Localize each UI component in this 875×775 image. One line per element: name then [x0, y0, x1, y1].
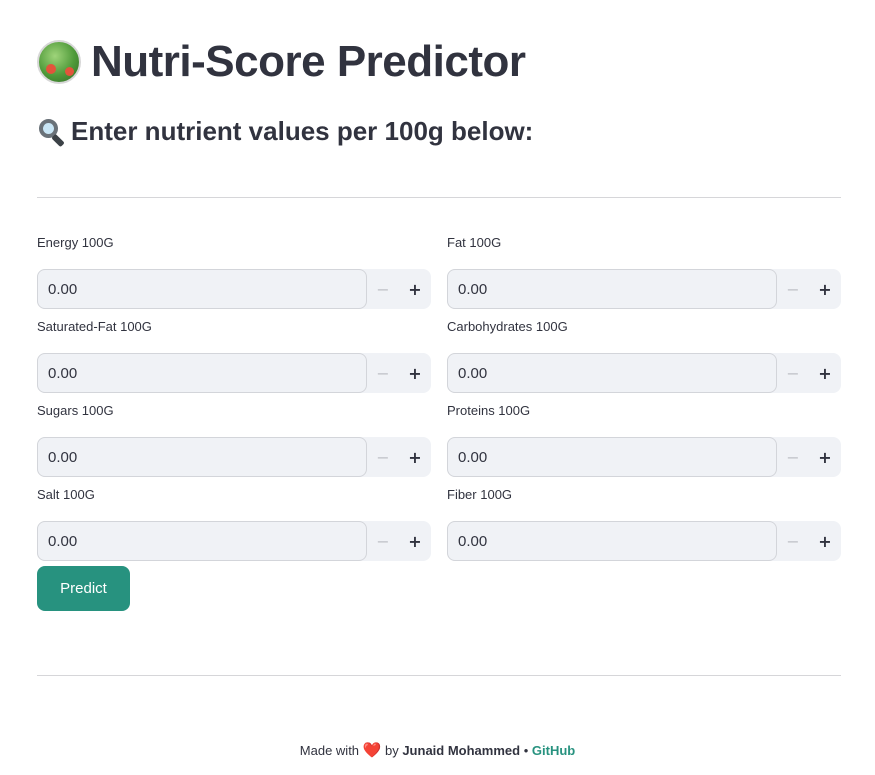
field-fiber: Fiber 100G − +	[447, 485, 841, 561]
field-energy: Energy 100G − +	[37, 233, 431, 309]
salt-number-input: − +	[37, 521, 431, 561]
decrement-button[interactable]: −	[367, 353, 399, 393]
subtitle-row: Enter nutrient values per 100g below:	[37, 116, 533, 147]
increment-button[interactable]: +	[809, 269, 841, 309]
field-label: Sugars 100G	[37, 403, 114, 418]
decrement-button[interactable]: −	[777, 353, 809, 393]
carbohydrates-input[interactable]	[447, 353, 777, 393]
fat-input[interactable]	[447, 269, 777, 309]
page-subtitle: Enter nutrient values per 100g below:	[71, 116, 534, 146]
field-label: Fat 100G	[447, 235, 502, 250]
increment-button[interactable]: +	[399, 353, 431, 393]
saturated-fat-number-input: − +	[37, 353, 431, 393]
energy-number-input: − +	[37, 269, 431, 309]
carbohydrates-number-input: − +	[447, 353, 841, 393]
footer-separator: •	[523, 743, 529, 758]
magnifying-glass-icon	[37, 117, 67, 147]
field-label: Salt 100G	[37, 487, 95, 502]
decrement-button[interactable]: −	[367, 437, 399, 477]
increment-button[interactable]: +	[809, 521, 841, 561]
increment-button[interactable]: +	[809, 353, 841, 393]
footer: Made with ❤️ by Junaid Mohammed • GitHub	[0, 741, 875, 759]
proteins-number-input: − +	[447, 437, 841, 477]
field-label: Energy 100G	[37, 235, 114, 250]
footer-made-with: Made with	[299, 743, 360, 758]
increment-button[interactable]: +	[399, 521, 431, 561]
field-saturated-fat: Saturated-Fat 100G − +	[37, 317, 431, 393]
increment-button[interactable]: +	[399, 437, 431, 477]
increment-button[interactable]: +	[809, 437, 841, 477]
field-label: Saturated-Fat 100G	[37, 319, 152, 334]
top-divider	[37, 197, 841, 198]
saturated-fat-input[interactable]	[37, 353, 367, 393]
energy-input[interactable]	[37, 269, 367, 309]
proteins-input[interactable]	[447, 437, 777, 477]
increment-button[interactable]: +	[399, 269, 431, 309]
fat-number-input: − +	[447, 269, 841, 309]
page-title: Nutri-Score Predictor	[91, 37, 526, 86]
green-salad-icon	[37, 40, 81, 84]
salt-input[interactable]	[37, 521, 367, 561]
sugars-input[interactable]	[37, 437, 367, 477]
decrement-button[interactable]: −	[367, 269, 399, 309]
decrement-button[interactable]: −	[777, 521, 809, 561]
field-sugars: Sugars 100G − +	[37, 401, 431, 477]
field-salt: Salt 100G − +	[37, 485, 431, 561]
fiber-input[interactable]	[447, 521, 777, 561]
field-carbohydrates: Carbohydrates 100G − +	[447, 317, 841, 393]
field-fat: Fat 100G − +	[447, 233, 841, 309]
field-proteins: Proteins 100G − +	[447, 401, 841, 477]
page-title-row: Nutri-Score Predictor	[37, 37, 526, 87]
field-label: Carbohydrates 100G	[447, 319, 568, 334]
bottom-divider	[37, 675, 841, 676]
heart-icon: ❤️	[362, 742, 382, 759]
github-link[interactable]: GitHub	[532, 743, 575, 758]
decrement-button[interactable]: −	[777, 269, 809, 309]
predict-button[interactable]: Predict	[37, 566, 130, 611]
decrement-button[interactable]: −	[367, 521, 399, 561]
field-label: Fiber 100G	[447, 487, 513, 502]
field-label: Proteins 100G	[447, 403, 531, 418]
app-page: Nutri-Score Predictor Enter nutrient val…	[0, 0, 875, 775]
footer-by: by	[384, 743, 399, 758]
footer-author: Junaid Mohammed	[402, 743, 521, 758]
decrement-button[interactable]: −	[777, 437, 809, 477]
fiber-number-input: − +	[447, 521, 841, 561]
sugars-number-input: − +	[37, 437, 431, 477]
